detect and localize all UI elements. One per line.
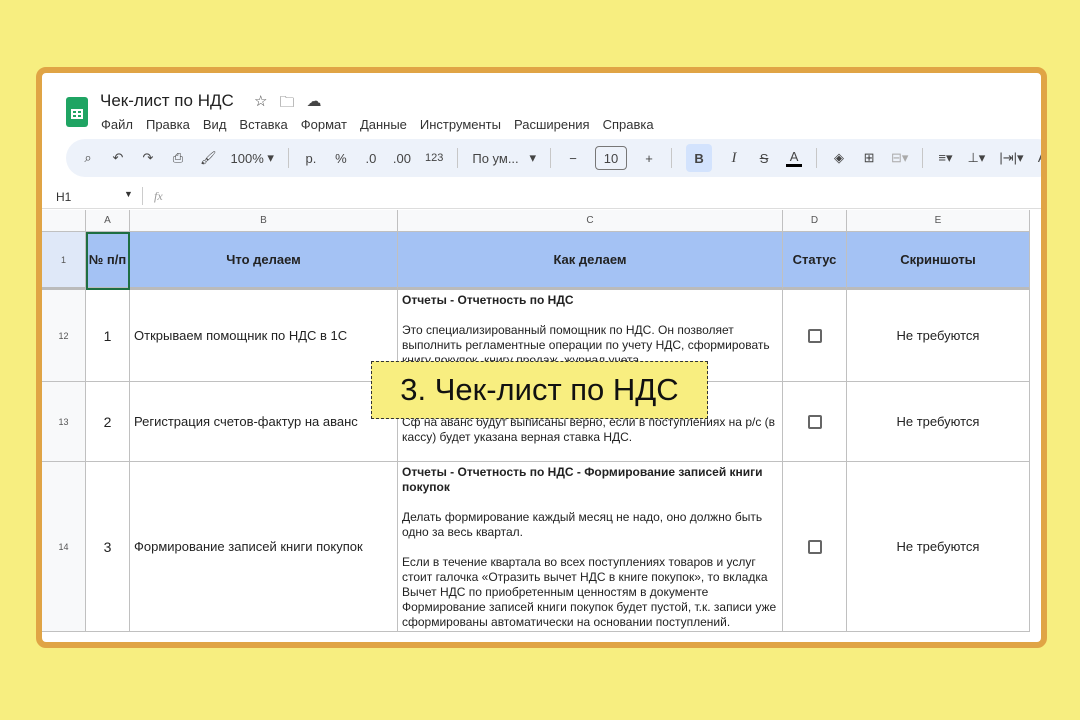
font-size-input[interactable]: 10 <box>595 146 628 170</box>
document-title[interactable]: Чек-лист по НДС <box>100 91 234 111</box>
toolbar: ⌕ ↶ ↷ ⎙ 🖌 100% ▾ р. % .0 .00 123 По ум..… <box>66 139 1041 177</box>
menu-format[interactable]: Формат <box>301 117 347 132</box>
select-all-corner[interactable] <box>42 210 86 232</box>
cell-what[interactable]: Регистрация счетов-фактур на аванс <box>130 382 398 462</box>
menu-help[interactable]: Справка <box>603 117 654 132</box>
row-header[interactable]: 14 <box>42 462 86 632</box>
horizontal-align-icon[interactable]: ≡▾ <box>937 150 953 166</box>
cell-screenshots[interactable]: Не требуются <box>847 290 1030 382</box>
row-header[interactable]: 1 <box>42 232 86 290</box>
fx-icon: fx <box>154 189 163 203</box>
divider <box>550 148 552 168</box>
cell-number[interactable]: 1 <box>86 290 130 382</box>
cell-how[interactable]: Отчеты - Отчетность по НДС - Формировани… <box>398 462 783 632</box>
status-checkbox[interactable] <box>807 539 822 554</box>
divider <box>671 148 673 168</box>
status-checkbox[interactable] <box>807 414 822 429</box>
cell-number[interactable]: 3 <box>86 462 130 632</box>
zoom-select[interactable]: 100% ▾ <box>231 150 274 166</box>
cell-status[interactable] <box>783 462 847 632</box>
cell-number[interactable]: 2 <box>86 382 130 462</box>
divider <box>816 148 818 168</box>
sheet-grid: A B C D E 1 № п/п Что делаем Как делаем … <box>42 210 1041 632</box>
divider <box>922 148 924 168</box>
cell-status[interactable] <box>783 290 847 382</box>
cell-screenshots[interactable]: Не требуются <box>847 382 1030 462</box>
merge-cells-icon[interactable]: ⊟▾ <box>891 150 908 166</box>
column-header-d[interactable]: D <box>783 210 847 232</box>
header-cell-what[interactable]: Что делаем <box>130 232 398 290</box>
caption-overlay: 3. Чек-лист по НДС <box>371 361 708 419</box>
row-header[interactable]: 12 <box>42 290 86 382</box>
cell-what[interactable]: Формирование записей книги покупок <box>130 462 398 632</box>
search-icon[interactable]: ⌕ <box>80 150 96 166</box>
header-cell-screenshots[interactable]: Скриншоты <box>847 232 1030 290</box>
header-cell-number[interactable]: № п/п <box>86 232 130 290</box>
status-checkbox[interactable] <box>807 328 822 343</box>
menu-data[interactable]: Данные <box>360 117 407 132</box>
font-select[interactable]: По ум... ▾ <box>472 150 536 166</box>
cell-status[interactable] <box>783 382 847 462</box>
zoom-value: 100% <box>230 150 264 166</box>
cell-what[interactable]: Открываем помощник по НДС в 1С <box>130 290 398 382</box>
print-icon[interactable]: ⎙ <box>170 150 186 166</box>
strikethrough-icon[interactable]: S <box>756 151 772 166</box>
currency-button[interactable]: р. <box>303 151 319 166</box>
menu-view[interactable]: Вид <box>203 117 227 132</box>
how-paragraph: Сф на аванс будут выписаны верно, если в… <box>402 415 776 444</box>
vertical-align-icon[interactable]: ⊥▾ <box>967 150 985 166</box>
row-header[interactable]: 13 <box>42 382 86 462</box>
number-format-button[interactable]: 123 <box>425 152 443 164</box>
header-cell-status[interactable]: Статус <box>783 232 847 290</box>
font-size-decrease-button[interactable]: − <box>565 151 581 166</box>
column-header-c[interactable]: C <box>398 210 783 232</box>
column-header-a[interactable]: A <box>86 210 130 232</box>
menu-edit[interactable]: Правка <box>146 117 190 132</box>
move-folder-icon[interactable]: 🗀 <box>279 92 294 117</box>
text-wrap-icon[interactable]: |⇥|▾ <box>999 150 1023 166</box>
formula-input[interactable] <box>182 189 1032 205</box>
cloud-status-icon[interactable]: ☁ <box>306 92 321 117</box>
header-row: 1 № п/п Что делаем Как делаем Статус Скр… <box>42 232 1041 290</box>
spreadsheet-window: Чек-лист по НДС ☆ 🗀 ☁ Файл Правка Вид Вс… <box>36 67 1047 648</box>
menu-tools[interactable]: Инструменты <box>420 117 501 132</box>
name-box-dropdown-icon[interactable]: ▼ <box>124 189 133 199</box>
font-size-increase-button[interactable]: + <box>641 151 657 166</box>
borders-icon[interactable]: ⊞ <box>861 150 877 166</box>
menu-insert[interactable]: Вставка <box>239 117 287 132</box>
menu-bar: Файл Правка Вид Вставка Формат Данные Ин… <box>101 117 654 132</box>
how-paragraph: Если в течение квартала во всех поступле… <box>402 555 777 629</box>
how-paragraph: Делать формирование каждый месяц не надо… <box>402 510 763 539</box>
sheets-logo-icon[interactable] <box>66 97 88 127</box>
increase-decimal-button[interactable]: .00 <box>393 151 411 166</box>
paint-format-icon[interactable]: 🖌 <box>200 150 217 166</box>
menu-extensions[interactable]: Расширения <box>514 117 590 132</box>
font-value: По ум... <box>472 150 519 166</box>
table-row: 14 3 Формирование записей книги покупок Отч… <box>42 462 1041 632</box>
fill-color-icon[interactable]: ◈ <box>831 150 847 166</box>
how-title: Отчеты - Отчетность по НДС - Формировани… <box>402 465 763 494</box>
italic-button[interactable]: I <box>726 150 742 167</box>
formula-bar: H1 ▼ fx <box>42 185 1041 209</box>
column-header-b[interactable]: B <box>130 210 398 232</box>
bold-button[interactable]: B <box>686 144 713 172</box>
how-title: Отчеты - Отчетность по НДС <box>402 293 574 307</box>
percent-button[interactable]: % <box>333 151 349 166</box>
column-header-e[interactable]: E <box>847 210 1030 232</box>
star-icon[interactable]: ☆ <box>254 92 267 117</box>
undo-icon[interactable]: ↶ <box>110 150 126 166</box>
column-headers: A B C D E <box>42 210 1041 232</box>
divider <box>287 148 289 168</box>
name-box[interactable]: H1 <box>56 190 71 204</box>
header-cell-how[interactable]: Как делаем <box>398 232 783 290</box>
text-rotation-icon[interactable]: A▾ <box>1037 150 1041 166</box>
divider <box>142 187 143 205</box>
text-color-icon[interactable]: A <box>786 149 803 167</box>
redo-icon[interactable]: ↷ <box>140 150 156 166</box>
cell-screenshots[interactable]: Не требуются <box>847 462 1030 632</box>
decrease-decimal-button[interactable]: .0 <box>363 151 379 166</box>
divider <box>457 148 459 168</box>
menu-file[interactable]: Файл <box>101 117 133 132</box>
